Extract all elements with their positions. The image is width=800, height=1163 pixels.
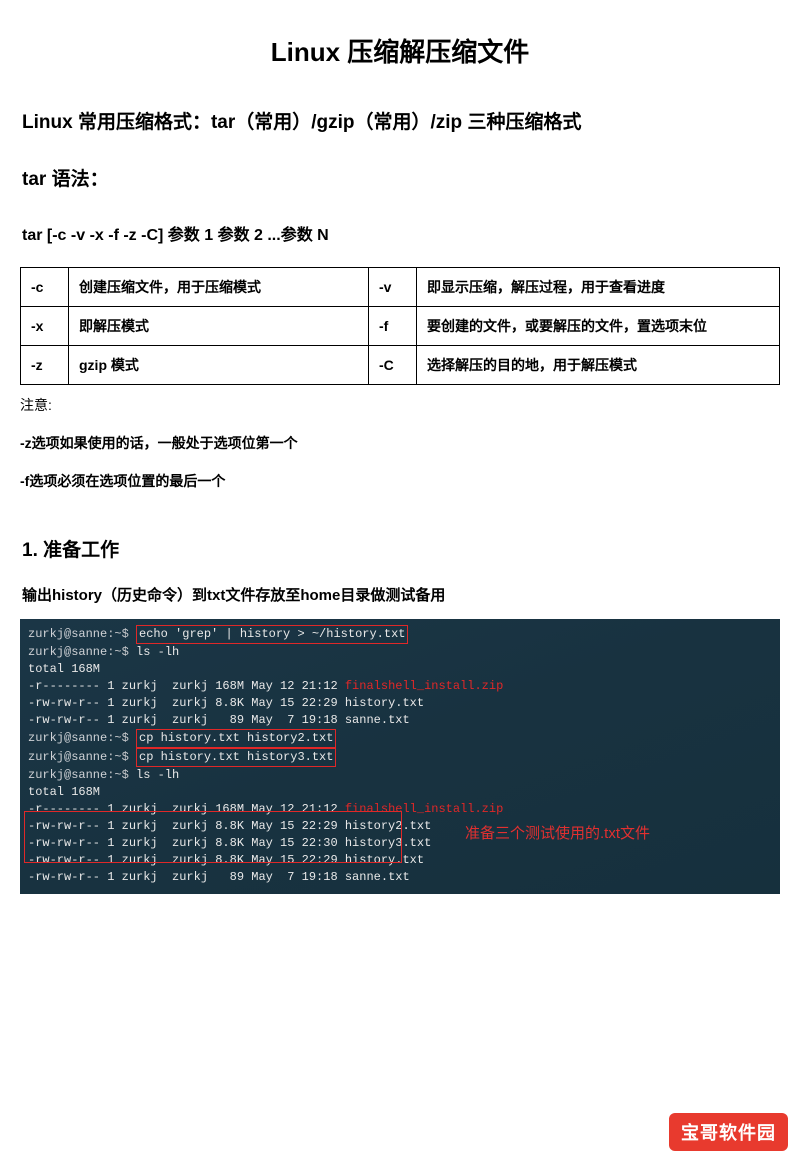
result-highlight-box [24, 811, 402, 863]
flag-cell: -f [369, 307, 417, 346]
terminal-line: -rw-rw-r-- 1 zurkj zurkj 8.8K May 15 22:… [28, 695, 772, 712]
terminal-line: total 168M [28, 784, 772, 801]
page-title: Linux 压缩解压缩文件 [0, 32, 800, 69]
terminal-line: total 168M [28, 661, 772, 678]
flag-cell: -z [21, 346, 69, 385]
flag-cell: -c [21, 268, 69, 307]
table-row: -c 创建压缩文件，用于压缩模式 -v 即显示压缩，解压过程，用于查看进度 [21, 268, 780, 307]
params-table: -c 创建压缩文件，用于压缩模式 -v 即显示压缩，解压过程，用于查看进度 -x… [20, 267, 780, 385]
terminal-line: zurkj@sanne:~$ cp history.txt history3.t… [28, 748, 772, 767]
note-label: 注意: [20, 395, 800, 415]
note-line: -f选项必须在选项位置的最后一个 [20, 471, 800, 491]
cmd-highlight: echo 'grep' | history > ~/history.txt [136, 625, 408, 644]
terminal-line: zurkj@sanne:~$ ls -lh [28, 767, 772, 784]
formats-heading: Linux 常用压缩格式：tar（常用）/gzip（常用）/zip 三种压缩格式 [22, 107, 800, 134]
tar-heading: tar 语法： [22, 164, 800, 191]
desc-cell: 即显示压缩，解压过程，用于查看进度 [417, 268, 780, 307]
flag-cell: -C [369, 346, 417, 385]
cmd-highlight: cp history.txt history2.txt [136, 729, 336, 748]
tar-syntax: tar [-c -v -x -f -z -C] 参数 1 参数 2 ...参数 … [22, 221, 800, 245]
table-row: -x 即解压模式 -f 要创建的文件，或要解压的文件，置选项末位 [21, 307, 780, 346]
step1-heading: 1. 准备工作 [22, 535, 800, 562]
terminal-screenshot: zurkj@sanne:~$ echo 'grep' | history > ~… [20, 619, 780, 894]
step1-desc: 输出history（历史命令）到txt文件存放至home目录做测试备用 [22, 584, 800, 605]
terminal-line: zurkj@sanne:~$ cp history.txt history2.t… [28, 729, 772, 748]
flag-cell: -x [21, 307, 69, 346]
terminal-line: -rw-rw-r-- 1 zurkj zurkj 89 May 7 19:18 … [28, 869, 772, 886]
watermark-badge: 宝哥软件园 [669, 1113, 788, 1151]
terminal-annotation: 准备三个测试使用的.txt文件 [465, 825, 650, 842]
terminal-line: -rw-rw-r-- 1 zurkj zurkj 89 May 7 19:18 … [28, 712, 772, 729]
terminal-line: zurkj@sanne:~$ echo 'grep' | history > ~… [28, 625, 772, 644]
cmd-highlight: cp history.txt history3.txt [136, 748, 336, 767]
desc-cell: 选择解压的目的地，用于解压模式 [417, 346, 780, 385]
desc-cell: gzip 模式 [69, 346, 369, 385]
terminal-line: -r-------- 1 zurkj zurkj 168M May 12 21:… [28, 678, 772, 695]
flag-cell: -v [369, 268, 417, 307]
table-row: -z gzip 模式 -C 选择解压的目的地，用于解压模式 [21, 346, 780, 385]
terminal-line: zurkj@sanne:~$ ls -lh [28, 644, 772, 661]
note-line: -z选项如果使用的话，一般处于选项位第一个 [20, 433, 800, 453]
desc-cell: 创建压缩文件，用于压缩模式 [69, 268, 369, 307]
desc-cell: 要创建的文件，或要解压的文件，置选项末位 [417, 307, 780, 346]
desc-cell: 即解压模式 [69, 307, 369, 346]
